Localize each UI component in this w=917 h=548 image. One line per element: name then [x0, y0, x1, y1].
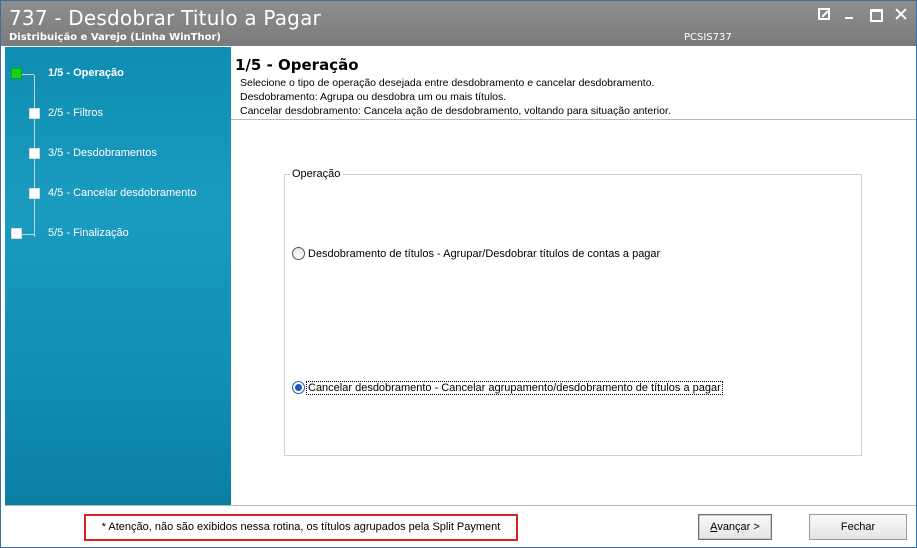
- window-title: 737 - Desdobrar Titulo a Pagar: [9, 6, 321, 30]
- sidebar-step-desdobramentos[interactable]: 3/5 - Desdobramentos: [5, 144, 231, 164]
- maximize-icon[interactable]: [868, 7, 883, 22]
- sidebar-step-finalizacao[interactable]: 5/5 - Finalização: [5, 224, 231, 244]
- step-header: 1/5 - Operação Selecione o tipo de opera…: [231, 47, 916, 120]
- sidebar-step-label: 2/5 - Filtros: [48, 107, 104, 119]
- radio-button-unchecked[interactable]: [292, 247, 305, 260]
- step-indicator-icon: [29, 188, 40, 199]
- radio-cancelar-desdobramento[interactable]: Cancelar desdobramento - Cancelar agrupa…: [292, 380, 723, 395]
- window-controls: [818, 7, 908, 23]
- sidebar-step-label: 5/5 - Finalização: [48, 227, 129, 239]
- groupbox-title: Operação: [290, 168, 343, 180]
- radio-label[interactable]: Cancelar desdobramento - Cancelar agrupa…: [306, 380, 723, 395]
- wizard-sidebar: 1/5 - Operação 2/5 - Filtros 3/5 - Desdo…: [5, 47, 231, 505]
- minimize-icon[interactable]: [842, 7, 856, 21]
- next-button[interactable]: Avançar >: [698, 514, 772, 540]
- sidebar-step-label: 1/5 - Operação: [48, 67, 124, 79]
- wizard-footer: * Atenção, não são exibidos nessa rotina…: [5, 505, 916, 547]
- header-description-line: Desdobramento: Agrupa ou desdobra um ou …: [240, 91, 507, 103]
- step-indicator-icon: [29, 148, 40, 159]
- step-connector: [22, 234, 34, 235]
- sidebar-step-label: 4/5 - Cancelar desdobramento: [48, 187, 197, 199]
- page-title: 1/5 - Operação: [235, 56, 359, 74]
- next-button-label: vançar >: [717, 521, 760, 533]
- sidebar-step-label: 3/5 - Desdobramentos: [48, 147, 157, 159]
- edit-icon[interactable]: [818, 8, 830, 20]
- radio-desdobramento[interactable]: Desdobramento de títulos - Agrupar/Desdo…: [292, 247, 661, 260]
- app-window: 737 - Desdobrar Titulo a Pagar Distribui…: [0, 0, 917, 548]
- header-description-line: Cancelar desdobramento: Cancela ação de …: [240, 105, 671, 117]
- radio-label[interactable]: Desdobramento de títulos - Agrupar/Desdo…: [307, 248, 661, 260]
- routine-code: PCSIS737: [684, 32, 732, 43]
- step-active-indicator-icon: [11, 68, 22, 79]
- step-connector: [22, 74, 34, 75]
- title-bar[interactable]: 737 - Desdobrar Titulo a Pagar Distribui…: [1, 1, 916, 46]
- close-icon[interactable]: [894, 7, 908, 21]
- sidebar-step-cancelar-desdobramento[interactable]: 4/5 - Cancelar desdobramento: [5, 184, 231, 204]
- split-payment-notice: * Atenção, não são exibidos nessa rotina…: [84, 514, 518, 541]
- operation-groupbox: Operação Desdobramento de títulos - Agru…: [284, 168, 862, 456]
- step-indicator-icon: [11, 228, 22, 239]
- sidebar-step-operacao[interactable]: 1/5 - Operação: [5, 64, 231, 84]
- close-button[interactable]: Fechar: [809, 514, 907, 540]
- step-indicator-icon: [29, 108, 40, 119]
- wizard-content: 1/5 - Operação Selecione o tipo de opera…: [231, 47, 916, 505]
- radio-button-checked[interactable]: [292, 381, 305, 394]
- sidebar-step-filtros[interactable]: 2/5 - Filtros: [5, 104, 231, 124]
- header-description-line: Selecione o tipo de operação desejada en…: [240, 77, 655, 89]
- window-subtitle: Distribuição e Varejo (Linha WinThor): [9, 32, 221, 43]
